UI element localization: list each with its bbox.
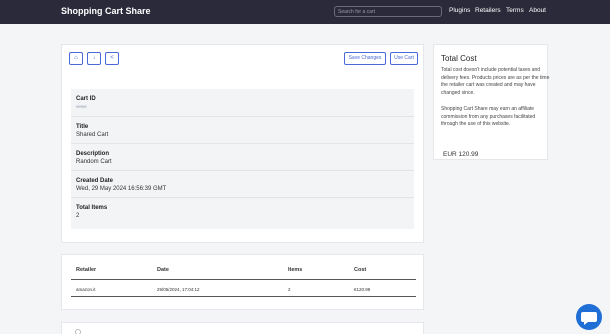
- divider: [71, 143, 414, 144]
- divider: [71, 116, 414, 117]
- total-items-label: Total Items: [76, 205, 108, 211]
- total-cost-title: Total Cost: [441, 54, 477, 63]
- next-card: [61, 322, 424, 334]
- column-header-cost: Cost: [354, 267, 367, 273]
- top-navbar: Shopping Cart Share Plugins Retailers Te…: [0, 0, 610, 24]
- cart-details-card: ⌂ ↓ < Save Changes Use Cart Cart ID ••••…: [61, 44, 424, 243]
- description-label: Description: [76, 151, 110, 157]
- nav-plugins[interactable]: Plugins: [449, 7, 470, 14]
- chat-icon: [581, 312, 597, 325]
- retailer-cell: amazon.it: [76, 287, 96, 292]
- nav-about[interactable]: About: [529, 7, 546, 14]
- items-cell: 2: [288, 287, 291, 292]
- column-header-date: Date: [157, 267, 169, 273]
- divider: [71, 170, 414, 171]
- total-items-value: 2: [76, 213, 80, 219]
- share-icon: <: [110, 55, 114, 61]
- chat-button[interactable]: [576, 304, 602, 330]
- description-value: Random Cart: [76, 159, 112, 165]
- home-button[interactable]: ⌂: [69, 52, 83, 65]
- cart-id-value: •••••: [76, 105, 87, 111]
- download-icon: ↓: [92, 55, 96, 61]
- divider: [71, 197, 414, 198]
- total-cost-card: Total Cost Total cost doesn't include po…: [433, 44, 550, 160]
- use-cart-button[interactable]: Use Cart: [390, 52, 418, 65]
- brand-logo[interactable]: Shopping Cart Share: [61, 6, 151, 16]
- total-cost-note: Total cost doesn't include potential tax…: [441, 67, 550, 96]
- search-input[interactable]: [334, 6, 442, 17]
- nav-retailers[interactable]: Retailers: [475, 7, 501, 14]
- created-date-value: Wed, 29 May 2024 16:56:39 GMT: [76, 186, 167, 192]
- cart-id-label: Cart ID: [76, 96, 96, 102]
- table-bottom-rule: [71, 296, 416, 297]
- cart-details-panel: Cart ID ••••• Title Shared Cart Descript…: [71, 89, 414, 229]
- affiliate-note: Shopping Cart Share may earn an affiliat…: [441, 106, 536, 127]
- title-label: Title: [76, 124, 89, 130]
- table-header-rule: [71, 279, 416, 280]
- home-icon: ⌂: [74, 55, 78, 61]
- total-cost-value: EUR 120.99: [443, 151, 479, 158]
- share-button[interactable]: <: [105, 52, 119, 65]
- cost-cell: €120.99: [354, 287, 371, 292]
- retailers-table-card: Retailer Date Items Cost amazon.it 29/05…: [61, 254, 424, 310]
- nav-terms[interactable]: Terms: [506, 7, 524, 14]
- created-date-label: Created Date: [76, 178, 114, 184]
- title-value: Shared Cart: [76, 132, 109, 138]
- date-cell: 29/05/2024, 17:04:12: [157, 287, 200, 292]
- download-button[interactable]: ↓: [87, 52, 101, 65]
- save-changes-button[interactable]: Save Changes: [344, 52, 386, 65]
- info-icon: [75, 329, 81, 334]
- column-header-retailer: Retailer: [76, 267, 97, 273]
- column-header-items: Items: [288, 267, 303, 273]
